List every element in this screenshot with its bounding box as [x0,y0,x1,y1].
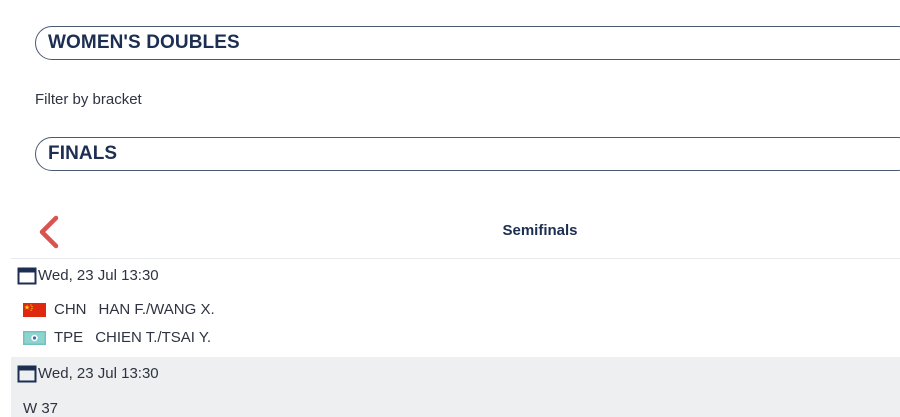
match-card[interactable]: Wed, 23 Jul 13:30 CHN HAN F./WANG X. TPE… [11,259,900,357]
team-code: CHN [54,301,87,318]
chinese-taipei-flag-icon [23,330,46,345]
round-navigation: Semifinals [11,203,900,259]
team-players: CHIEN T./TSAI Y. [95,329,212,346]
winner-placeholder: W 37 [23,400,59,417]
match-date: Wed, 23 Jul 13:30 [17,363,159,383]
bracket-select-value: FINALS [48,143,118,164]
calendar-icon [17,365,37,383]
team-row: CHN HAN F./WANG X. [23,301,215,318]
calendar-icon [17,267,37,285]
match-date-text: Wed, 23 Jul 13:30 [38,364,159,382]
team-players: HAN F./WANG X. [98,301,215,318]
filter-by-bracket-label: Filter by bracket [35,91,142,108]
match-card[interactable]: Wed, 23 Jul 13:30 W 37 [11,357,900,417]
event-select[interactable]: WOMEN'S DOUBLES [35,26,900,60]
bracket-select[interactable]: FINALS [35,137,900,171]
team-row: TPE CHIEN T./TSAI Y. [23,329,211,346]
team-code: TPE [54,329,84,346]
match-date-text: Wed, 23 Jul 13:30 [38,266,159,284]
match-date: Wed, 23 Jul 13:30 [17,265,159,285]
event-select-value: WOMEN'S DOUBLES [48,32,240,53]
china-flag-icon [23,302,46,317]
round-title: Semifinals [502,222,578,239]
